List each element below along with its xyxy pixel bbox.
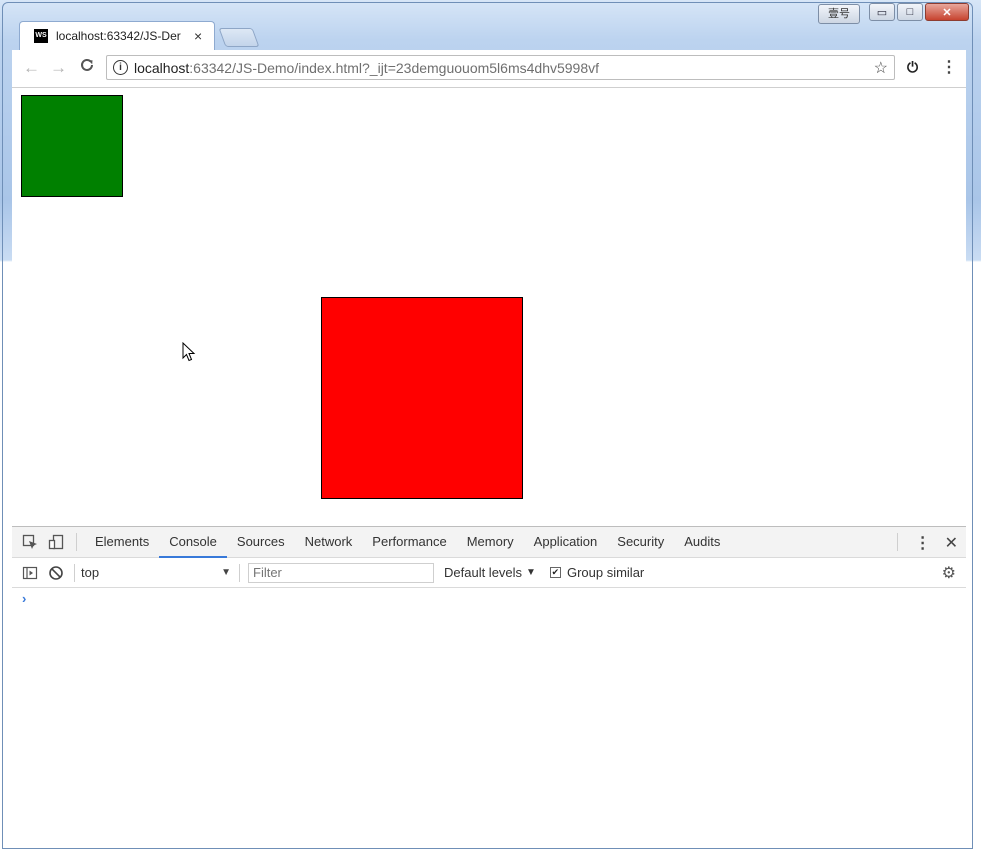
dropdown-arrow-icon: ▼ [526,567,536,578]
green-square [21,95,123,197]
tab-network[interactable]: Network [295,527,363,557]
tab-close-icon[interactable]: × [194,28,202,44]
minimize-button[interactable]: ▭ [869,3,895,21]
toolbar-divider [239,563,240,582]
tab-sources[interactable]: Sources [227,527,295,557]
inspect-element-icon[interactable] [22,534,38,550]
reload-icon[interactable] [79,57,95,78]
power-extension-icon[interactable]: ⏻ [907,59,918,76]
group-similar-label: Group similar [566,565,645,580]
group-similar-toggle[interactable]: ✔ Group similar [549,565,645,580]
page-viewport [12,88,966,526]
context-selector[interactable]: top ▼ [81,565,231,580]
tab-elements[interactable]: Elements [85,527,159,557]
mouse-cursor-icon [182,342,196,362]
url-path: :63342/JS-Demo/index.html?_ijt=23demguou… [189,59,600,76]
tab-title: localhost:63342/JS-Der [56,29,181,43]
browser-window: 壹号 ▭ □ ✕ WS localhost:63342/JS-Der × ← →… [0,0,981,852]
clear-console-icon[interactable] [48,565,64,581]
bookmark-star-icon[interactable]: ☆ [874,58,888,78]
red-square[interactable] [321,297,523,499]
group-similar-checkbox[interactable]: ✔ [549,567,561,578]
log-levels-label: Default levels [444,565,523,580]
dropdown-arrow-icon: ▼ [221,567,231,578]
browser-toolbar: ← → i localhost :63342/JS-Demo/index.htm… [12,50,966,88]
url-host: localhost [134,59,190,76]
toolbar-divider [897,533,898,551]
tab-security[interactable]: Security [607,527,674,557]
window-caption-buttons: ▭ □ ✕ [869,3,969,21]
forward-icon[interactable]: → [50,58,67,78]
reload-arrow-icon [81,58,93,71]
tab-performance[interactable]: Performance [362,527,456,557]
webstorm-favicon-icon: WS [34,29,48,43]
info-icon[interactable]: i [113,60,128,75]
tab-console[interactable]: Console [159,527,227,558]
ime-badge[interactable]: 壹号 [818,4,860,24]
log-levels-dropdown[interactable]: Default levels ▼ [444,565,536,580]
devtools-panel: Elements Console Sources Network Perform… [12,526,966,845]
toolbar-divider [74,563,75,582]
context-value: top [81,565,100,580]
tab-application[interactable]: Application [524,527,608,557]
back-icon[interactable]: ← [23,58,40,78]
device-toolbar-icon[interactable] [48,534,64,550]
devtools-close-icon[interactable]: ✕ [945,533,958,553]
maximize-button[interactable]: □ [897,3,923,21]
console-prompt[interactable]: › [22,591,26,606]
toolbar-divider [76,533,77,551]
filter-input[interactable] [248,562,434,583]
address-bar[interactable]: i localhost :63342/JS-Demo/index.html?_i… [106,55,895,80]
tab-audits[interactable]: Audits [674,527,730,557]
tab-memory[interactable]: Memory [457,527,524,557]
devtools-controls: ⋮ ✕ [915,533,958,553]
devtools-menu-icon[interactable]: ⋮ [915,533,931,553]
show-sidebar-icon[interactable] [22,565,38,581]
new-tab-button[interactable] [218,28,260,47]
browser-tab[interactable]: WS localhost:63342/JS-Der × [19,21,215,50]
devtools-tab-bar: Elements Console Sources Network Perform… [12,527,966,558]
console-toolbar: top ▼ Default levels ▼ ✔ Group similar ⚙ [12,558,966,588]
browser-menu-icon[interactable]: ⋮ [941,57,957,77]
close-window-button[interactable]: ✕ [925,3,969,21]
console-settings-gear-icon[interactable]: ⚙ [942,563,956,583]
